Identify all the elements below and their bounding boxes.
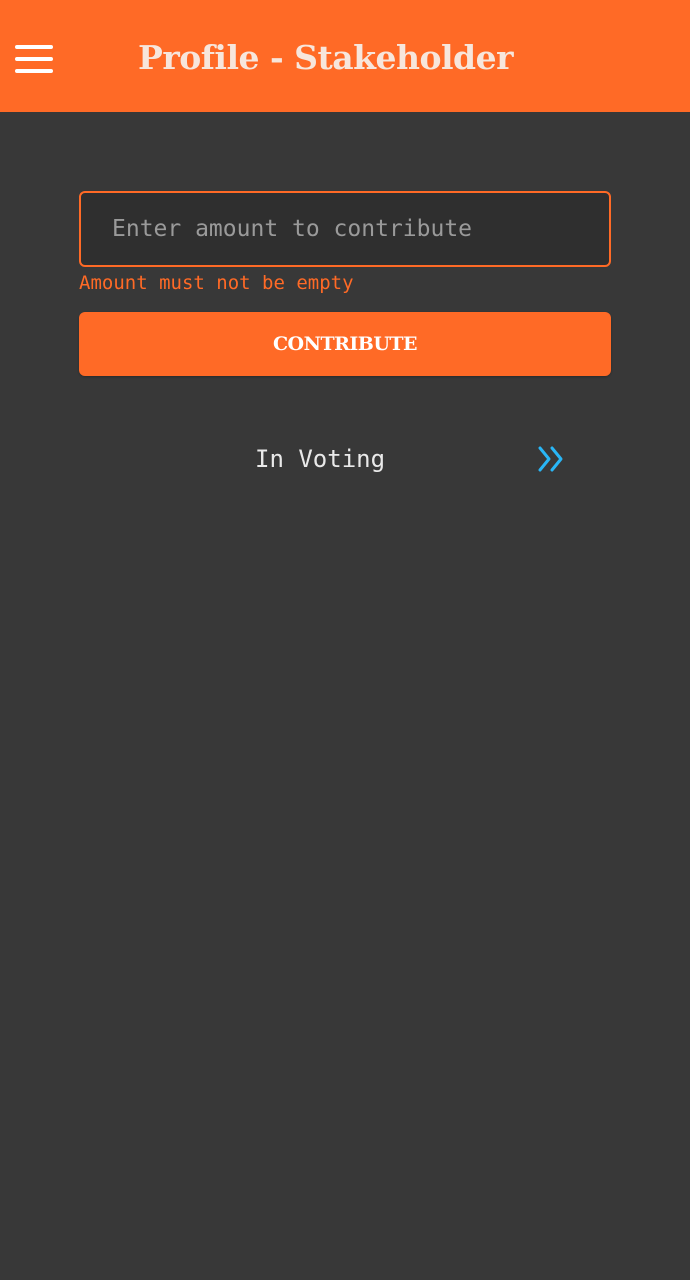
amount-error-message: Amount must not be empty: [79, 272, 354, 294]
page-title: Profile - Stakeholder: [138, 38, 513, 77]
double-chevron-right-icon[interactable]: [535, 444, 567, 474]
contribution-amount-input[interactable]: [79, 191, 611, 267]
in-voting-label: In Voting: [255, 445, 386, 473]
menu-line: [15, 57, 53, 61]
app-bar: Profile - Stakeholder: [0, 0, 690, 112]
menu-line: [15, 69, 53, 73]
contribute-button[interactable]: CONTRIBUTE: [79, 312, 611, 376]
double-chevron-svg: [538, 446, 563, 472]
hamburger-menu-icon[interactable]: [15, 45, 53, 73]
menu-line: [15, 45, 53, 49]
